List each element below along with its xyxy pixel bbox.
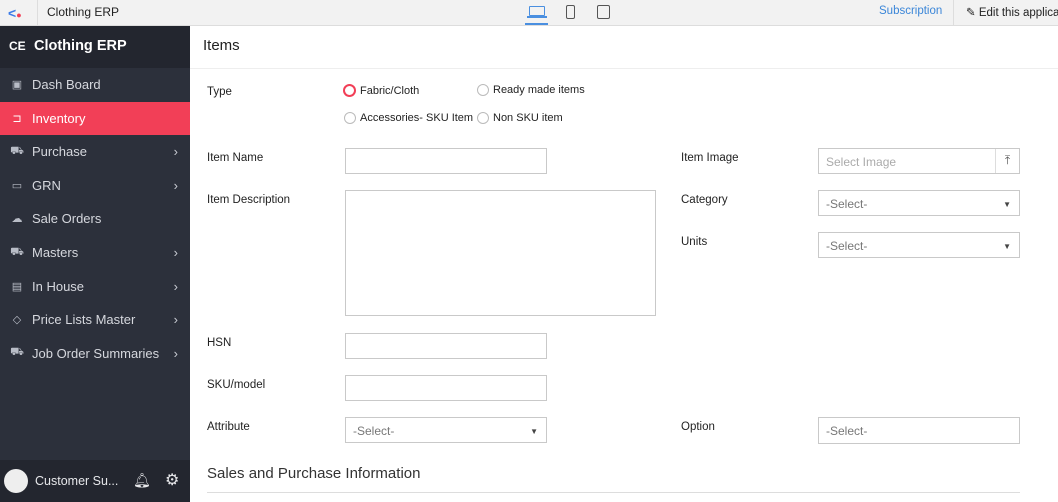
masters-icon: ⛟ xyxy=(10,245,24,258)
tag-icon: ◇ xyxy=(12,314,22,327)
edit-application-button[interactable]: ✎ Edit this application xyxy=(966,5,1058,19)
sidebar-item-label: Job Order Summaries xyxy=(32,345,160,361)
attribute-select[interactable]: -Select- ▼ xyxy=(345,417,547,443)
item-name-label: Item Name xyxy=(207,152,264,164)
avatar[interactable] xyxy=(4,469,28,493)
upload-icon[interactable]: ⤒ xyxy=(995,149,1019,173)
chevron-right-icon: › xyxy=(173,177,178,193)
desktop-view-icon[interactable] xyxy=(525,4,548,25)
hsn-input[interactable] xyxy=(345,333,547,359)
item-description-textarea[interactable] xyxy=(345,190,656,316)
radio-fabric[interactable]: Fabric/Cloth xyxy=(343,84,419,97)
units-select[interactable]: -Select- ▼ xyxy=(818,232,1020,258)
chevron-right-icon: › xyxy=(173,144,178,160)
category-select[interactable]: -Select- ▼ xyxy=(818,190,1020,216)
divider xyxy=(953,0,954,26)
sidebar-item-label: Purchase xyxy=(32,144,87,160)
sidebar-item-grn[interactable]: ▭ GRN › xyxy=(0,169,190,202)
item-description-label: Item Description xyxy=(207,194,291,206)
sidebar-item-label: Sale Orders xyxy=(32,211,102,227)
dashboard-icon: ▣ xyxy=(11,79,23,91)
sidebar-title: Clothing ERP xyxy=(34,38,127,54)
hsn-label: HSN xyxy=(207,337,232,349)
type-label: Type xyxy=(207,86,232,98)
divider xyxy=(190,68,1058,69)
chevron-right-icon: › xyxy=(173,345,178,361)
gear-icon[interactable]: ⚙ xyxy=(165,470,179,490)
edit-label: Edit this application xyxy=(978,7,1058,19)
cart-icon: ⛟ xyxy=(10,346,24,359)
sidebar-item-label: Inventory xyxy=(32,110,86,126)
dropdown-arrow-icon: ▼ xyxy=(530,427,538,436)
inventory-icon: ⊐ xyxy=(12,112,22,125)
sidebar-item-in-house[interactable]: ▤ In House › xyxy=(0,270,190,303)
mobile-view-icon[interactable] xyxy=(566,5,575,19)
divider xyxy=(207,492,1020,493)
sidebar-item-dash-board[interactable]: ▣ Dash Board xyxy=(0,68,190,101)
page-title: Items xyxy=(203,37,240,54)
sidebar-item-purchase[interactable]: ⛟ Purchase › xyxy=(0,135,190,168)
units-label: Units xyxy=(681,236,708,248)
item-name-input[interactable] xyxy=(345,148,547,174)
item-image-input[interactable]: Select Image ⤒ xyxy=(818,148,1020,174)
radio-ready-made[interactable]: Ready made items xyxy=(477,84,585,96)
sidebar-item-label: Masters xyxy=(32,245,79,260)
divider xyxy=(37,0,38,26)
option-select[interactable]: -Select- xyxy=(818,417,1020,444)
chevron-right-icon: › xyxy=(173,278,178,294)
cloud-icon: ☁ xyxy=(11,213,23,226)
app-name: Clothing ERP xyxy=(47,5,120,19)
top-bar: <● Clothing ERP Subscription ✎ Edit this… xyxy=(0,0,1058,26)
subscription-link[interactable]: Subscription xyxy=(879,5,942,17)
sidebar-item-inventory[interactable]: ⊐ Inventory xyxy=(0,101,190,135)
pencil-icon: ✎ xyxy=(966,7,976,19)
sidebar-header: CE Clothing ERP xyxy=(0,26,190,68)
app-logo-icon[interactable]: <● xyxy=(8,5,26,21)
user-name[interactable]: Customer Su... xyxy=(35,474,118,488)
house-icon: ▤ xyxy=(11,280,23,293)
attribute-label: Attribute xyxy=(207,421,250,433)
sku-label: SKU/model xyxy=(207,379,266,391)
bell-icon[interactable]: 🔔︎ xyxy=(133,472,151,489)
sidebar-item-job-order-summaries[interactable]: ⛟ Job Order Summaries › xyxy=(0,337,190,370)
sidebar: CE Clothing ERP ▣ Dash Board ⊐ Inventory ⛟ Pu… xyxy=(0,26,190,502)
chevron-right-icon: › xyxy=(173,312,178,328)
chevron-right-icon: › xyxy=(173,245,178,260)
sidebar-item-label: Dash Board xyxy=(32,77,101,92)
sidebar-item-sale-orders[interactable]: ☁ Sale Orders xyxy=(0,202,190,235)
radio-non-sku[interactable]: Non SKU item xyxy=(477,112,563,124)
sidebar-item-label: Price Lists Master xyxy=(32,312,136,328)
dropdown-arrow-icon: ▼ xyxy=(1003,242,1011,251)
sidebar-item-label: In House xyxy=(32,278,85,294)
user-bar: Customer Su... 🔔︎ ⚙ xyxy=(0,460,190,502)
dropdown-arrow-icon: ▼ xyxy=(1003,200,1011,209)
sku-input[interactable] xyxy=(345,375,547,401)
item-image-label: Item Image xyxy=(681,152,739,164)
option-label: Option xyxy=(681,421,715,433)
monitor-icon: ▭ xyxy=(11,179,23,192)
category-label: Category xyxy=(681,194,728,206)
tablet-view-icon[interactable] xyxy=(597,5,610,19)
sidebar-item-masters[interactable]: ⛟ Masters › xyxy=(0,236,190,269)
purchase-icon: ⛟ xyxy=(10,144,24,157)
radio-accessories[interactable]: Accessories- SKU Item xyxy=(344,112,473,124)
logo-text: CE xyxy=(9,39,26,53)
sidebar-item-price-lists-master[interactable]: ◇ Price Lists Master › xyxy=(0,303,190,336)
section-title: Sales and Purchase Information xyxy=(207,465,421,482)
sidebar-item-label: GRN xyxy=(32,177,61,193)
